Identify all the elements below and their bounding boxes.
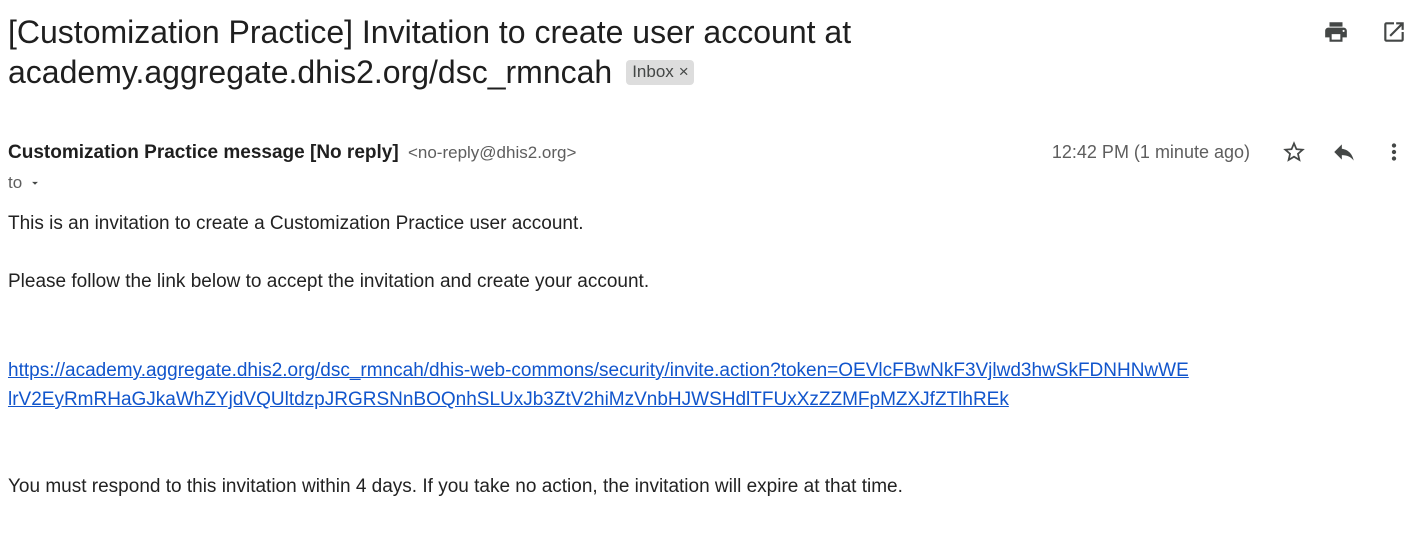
body-line-2: Please follow the link below to accept t… (8, 271, 650, 292)
more-vertical-icon[interactable] (1380, 138, 1408, 166)
open-in-new-window-icon[interactable] (1380, 18, 1408, 46)
subject-line-2: academy.aggregate.dhis2.org/dsc_rmncah (8, 54, 613, 90)
inbox-label-chip[interactable]: Inbox × (626, 59, 694, 85)
invitation-link-part-1[interactable]: https://academy.aggregate.dhis2.org/dsc_… (8, 360, 1189, 381)
email-view: [Customization Practice] Invitation to c… (0, 0, 1422, 534)
message-meta: 12:42 PM (1 minute ago) (1052, 138, 1408, 166)
body-line-1: This is an invitation to create a Custom… (8, 213, 584, 234)
subject-line-1: [Customization Practice] Invitation to c… (8, 14, 852, 50)
thread-actions (1322, 18, 1408, 46)
sender-email: <no-reply@dhis2.org> (407, 143, 577, 162)
invitation-link-part-2[interactable]: lrV2EyRmRHaGJkaWhZYjdVQUltdzpJRGRSNnBOQn… (8, 389, 1009, 410)
recipient-label: to (8, 173, 23, 192)
invitation-link-block: https://academy.aggregate.dhis2.org/dsc_… (8, 356, 1189, 414)
recipient-row[interactable]: to (8, 173, 42, 193)
inbox-label-text: Inbox (632, 62, 674, 81)
sender-info: Customization Practice message [No reply… (8, 142, 576, 164)
reply-icon[interactable] (1330, 138, 1358, 166)
message-timestamp: 12:42 PM (1 minute ago) (1051, 141, 1250, 162)
caret-down-icon[interactable] (28, 176, 42, 190)
print-icon[interactable] (1322, 18, 1350, 46)
sender-name[interactable]: Customization Practice message [No reply… (8, 142, 399, 163)
remove-label-icon[interactable]: × (679, 60, 689, 84)
email-subject: [Customization Practice] Invitation to c… (8, 12, 1068, 92)
star-icon[interactable] (1280, 138, 1308, 166)
body-line-3: You must respond to this invitation with… (8, 476, 903, 497)
